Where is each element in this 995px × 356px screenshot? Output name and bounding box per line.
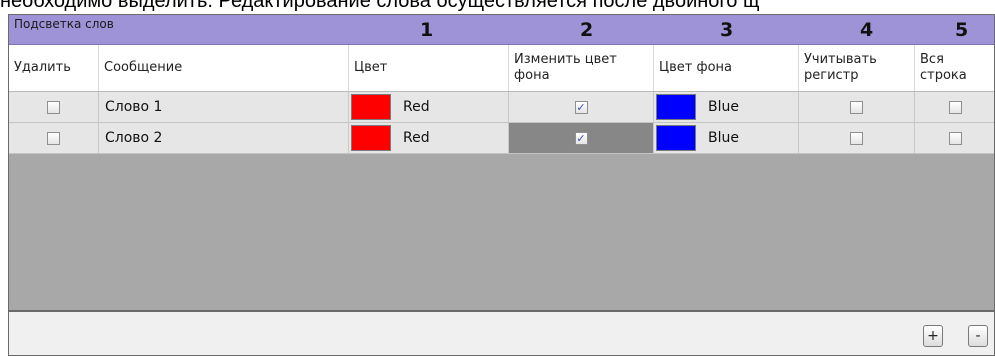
change-background-cell-selected: ✓ bbox=[509, 123, 654, 153]
table-row[interactable]: Слово 2 Red ✓ Blue bbox=[9, 123, 994, 154]
whole-line-checkbox[interactable] bbox=[949, 131, 962, 145]
callout-number-5: 5 bbox=[955, 19, 969, 41]
change-background-checkbox[interactable]: ✓ bbox=[574, 131, 588, 145]
whole-line-checkbox[interactable] bbox=[949, 100, 962, 114]
column-header-match-case[interactable]: Учитывать регистр bbox=[799, 45, 915, 91]
remove-row-button[interactable]: - bbox=[968, 325, 988, 347]
background-color-cell[interactable]: Blue bbox=[654, 123, 799, 153]
change-background-cell: ✓ bbox=[509, 92, 654, 122]
message-cell[interactable]: Слово 2 bbox=[99, 123, 349, 153]
whole-line-cell bbox=[915, 92, 994, 122]
background-color-cell[interactable]: Blue bbox=[654, 92, 799, 122]
document-text-line: необходимо выделить. Редактирование слов… bbox=[0, 0, 760, 11]
callout-number-1: 1 bbox=[420, 19, 434, 41]
word-highlight-panel: Подсветка слов 1 2 3 4 5 Удалить Сообщен… bbox=[8, 14, 995, 356]
column-header-match-case-line1: Учитывать bbox=[804, 52, 877, 67]
column-header-change-background[interactable]: Изменить цвет фона bbox=[509, 45, 654, 91]
color-swatch bbox=[351, 94, 391, 120]
column-header-background-color[interactable]: Цвет фона bbox=[654, 45, 799, 91]
column-header-color-label: Цвет bbox=[354, 60, 388, 75]
column-header-whole-line-line2: строка bbox=[920, 68, 967, 83]
color-name: Red bbox=[403, 99, 430, 115]
message-text: Слово 2 bbox=[105, 130, 163, 146]
callout-number-2: 2 bbox=[580, 19, 594, 41]
column-header-message-label: Сообщение bbox=[104, 60, 183, 75]
panel-title: Подсветка слов bbox=[14, 17, 114, 31]
message-text: Слово 1 bbox=[105, 99, 163, 115]
column-header-match-case-line2: регистр bbox=[804, 68, 859, 83]
whole-line-cell bbox=[915, 123, 994, 153]
column-header-background-color-label: Цвет фона bbox=[659, 60, 732, 75]
add-row-button[interactable]: + bbox=[923, 325, 943, 347]
color-name: Red bbox=[403, 130, 430, 146]
match-case-cell bbox=[799, 123, 915, 153]
match-case-checkbox[interactable] bbox=[850, 131, 863, 145]
callout-number-3: 3 bbox=[720, 19, 734, 41]
background-color-name: Blue bbox=[708, 99, 739, 115]
delete-cell bbox=[9, 123, 99, 153]
delete-checkbox[interactable] bbox=[47, 131, 60, 145]
match-case-cell bbox=[799, 92, 915, 122]
column-header-message[interactable]: Сообщение bbox=[99, 45, 349, 91]
column-header-color[interactable]: Цвет bbox=[349, 45, 509, 91]
color-cell[interactable]: Red bbox=[349, 92, 509, 122]
column-header-delete[interactable]: Удалить bbox=[9, 45, 99, 91]
column-header-whole-line-line1: Вся bbox=[920, 52, 944, 67]
panel-title-bar: Подсветка слов 1 2 3 4 5 bbox=[9, 15, 994, 45]
delete-cell bbox=[9, 92, 99, 122]
change-background-checkbox[interactable]: ✓ bbox=[574, 100, 588, 114]
panel-footer: + - bbox=[9, 310, 994, 355]
background-color-swatch bbox=[656, 94, 696, 120]
column-header-change-background-line2: фона bbox=[514, 68, 550, 83]
message-cell[interactable]: Слово 1 bbox=[99, 92, 349, 122]
callout-number-4: 4 bbox=[860, 19, 874, 41]
table-header: Удалить Сообщение Цвет Изменить цвет фон… bbox=[9, 45, 994, 92]
color-cell[interactable]: Red bbox=[349, 123, 509, 153]
column-header-delete-label: Удалить bbox=[14, 60, 71, 75]
column-header-whole-line[interactable]: Вся строка bbox=[915, 45, 994, 91]
table-row[interactable]: Слово 1 Red ✓ Blue bbox=[9, 92, 994, 123]
match-case-checkbox[interactable] bbox=[850, 100, 863, 114]
column-header-change-background-line1: Изменить цвет bbox=[514, 52, 617, 67]
background-color-name: Blue bbox=[708, 130, 739, 146]
delete-checkbox[interactable] bbox=[47, 100, 60, 114]
color-swatch bbox=[351, 125, 391, 151]
background-color-swatch bbox=[656, 125, 696, 151]
